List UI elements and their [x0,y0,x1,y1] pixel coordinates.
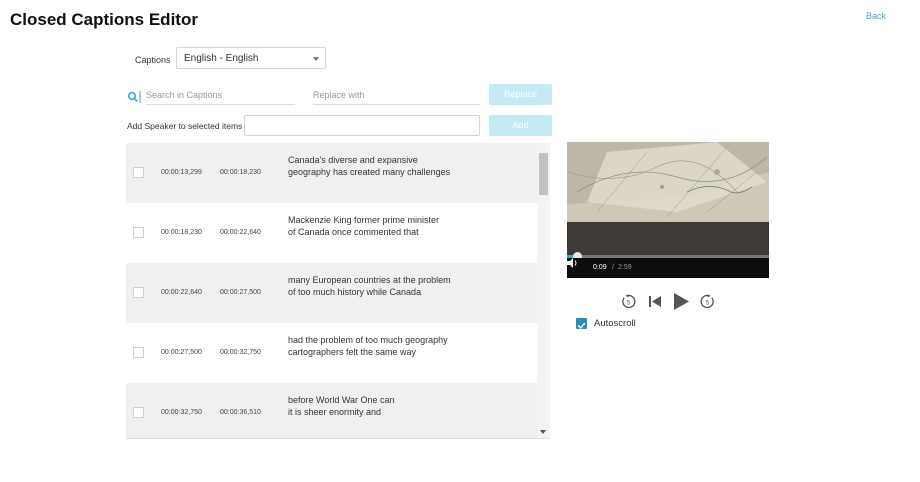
caption-row[interactable]: 00:00:13,299 00:00:18,230 Canada's diver… [126,143,537,203]
caption-start-time[interactable]: 00:00:27,500 [161,349,202,356]
caption-list: 00:00:13,299 00:00:18,230 Canada's diver… [126,143,550,439]
replace-button[interactable]: Replace [489,84,552,105]
row-checkbox[interactable] [133,287,144,298]
caption-text[interactable]: many European countries at the problem o… [288,274,488,298]
video-player[interactable]: 0:09 / 2:59 [567,142,769,278]
video-current-time: 0:09 [593,264,607,271]
search-captions-input[interactable] [146,85,295,105]
replace-with-input[interactable] [313,85,480,105]
svg-text:5: 5 [706,301,710,307]
caption-end-time[interactable]: 00:00:36,510 [220,409,261,416]
caption-list-scrollbar[interactable] [537,143,550,438]
captions-language-label: Captions [135,55,171,65]
captions-language-select[interactable]: English - English [176,47,326,69]
scroll-down-arrow-icon[interactable] [540,430,546,434]
caption-end-time[interactable]: 00:00:18,230 [220,169,261,176]
caption-text[interactable]: had the problem of too much geography ca… [288,334,488,358]
svg-text:5: 5 [627,301,631,307]
video-total-time: 2:59 [618,264,632,271]
row-checkbox[interactable] [133,227,144,238]
video-control-bar: 0:09 / 2:59 [567,258,769,278]
video-time-separator: / [612,264,614,271]
caption-text[interactable]: Canada's diverse and expansive geography… [288,154,488,178]
caption-text[interactable]: before World War One can it is sheer eno… [288,394,488,418]
caption-start-time[interactable]: 00:00:32,750 [161,409,202,416]
skip-back-icon[interactable] [649,296,661,307]
caption-text[interactable]: Mackenzie King former prime minister of … [288,214,488,238]
language-selected-value: English - English [184,53,259,64]
checkmark-icon [577,322,586,330]
caption-row[interactable]: 00:00:18,230 00:00:22,640 Mackenzie King… [126,203,537,263]
rewind-5-icon[interactable]: 5 [621,294,636,309]
forward-5-icon[interactable]: 5 [700,294,715,309]
add-speaker-label: Add Speaker to selected items [127,121,243,131]
caption-end-time[interactable]: 00:00:22,640 [220,229,261,236]
play-icon[interactable] [674,293,689,310]
caption-start-time[interactable]: 00:00:13,299 [161,169,202,176]
caption-row[interactable]: 00:00:22,640 00:00:27,500 many European … [126,263,537,323]
speaker-name-input[interactable] [244,115,480,136]
map-video-frame [567,142,769,222]
volume-icon[interactable] [567,258,579,268]
scrollbar-thumb[interactable] [539,153,548,195]
caption-row[interactable]: 00:00:32,750 00:00:36,510 before World W… [126,383,537,438]
caption-row[interactable]: 00:00:27,500 00:00:32,750 had the proble… [126,323,537,383]
caption-end-time[interactable]: 00:00:32,750 [220,349,261,356]
row-checkbox[interactable] [133,407,144,418]
row-checkbox[interactable] [133,347,144,358]
page-title: Closed Captions Editor [10,10,198,29]
chevron-down-icon [313,57,319,61]
search-icon [127,91,141,103]
autoscroll-checkbox[interactable] [576,318,587,330]
row-checkbox[interactable] [133,167,144,178]
add-speaker-button[interactable]: Add [489,115,552,136]
caption-end-time[interactable]: 00:00:27,500 [220,289,261,296]
caption-start-time[interactable]: 00:00:18,230 [161,229,202,236]
caption-start-time[interactable]: 00:00:22,640 [161,289,202,296]
video-letterbox [567,222,769,258]
back-link[interactable]: Back [866,11,886,21]
autoscroll-label: Autoscroll [594,318,636,329]
